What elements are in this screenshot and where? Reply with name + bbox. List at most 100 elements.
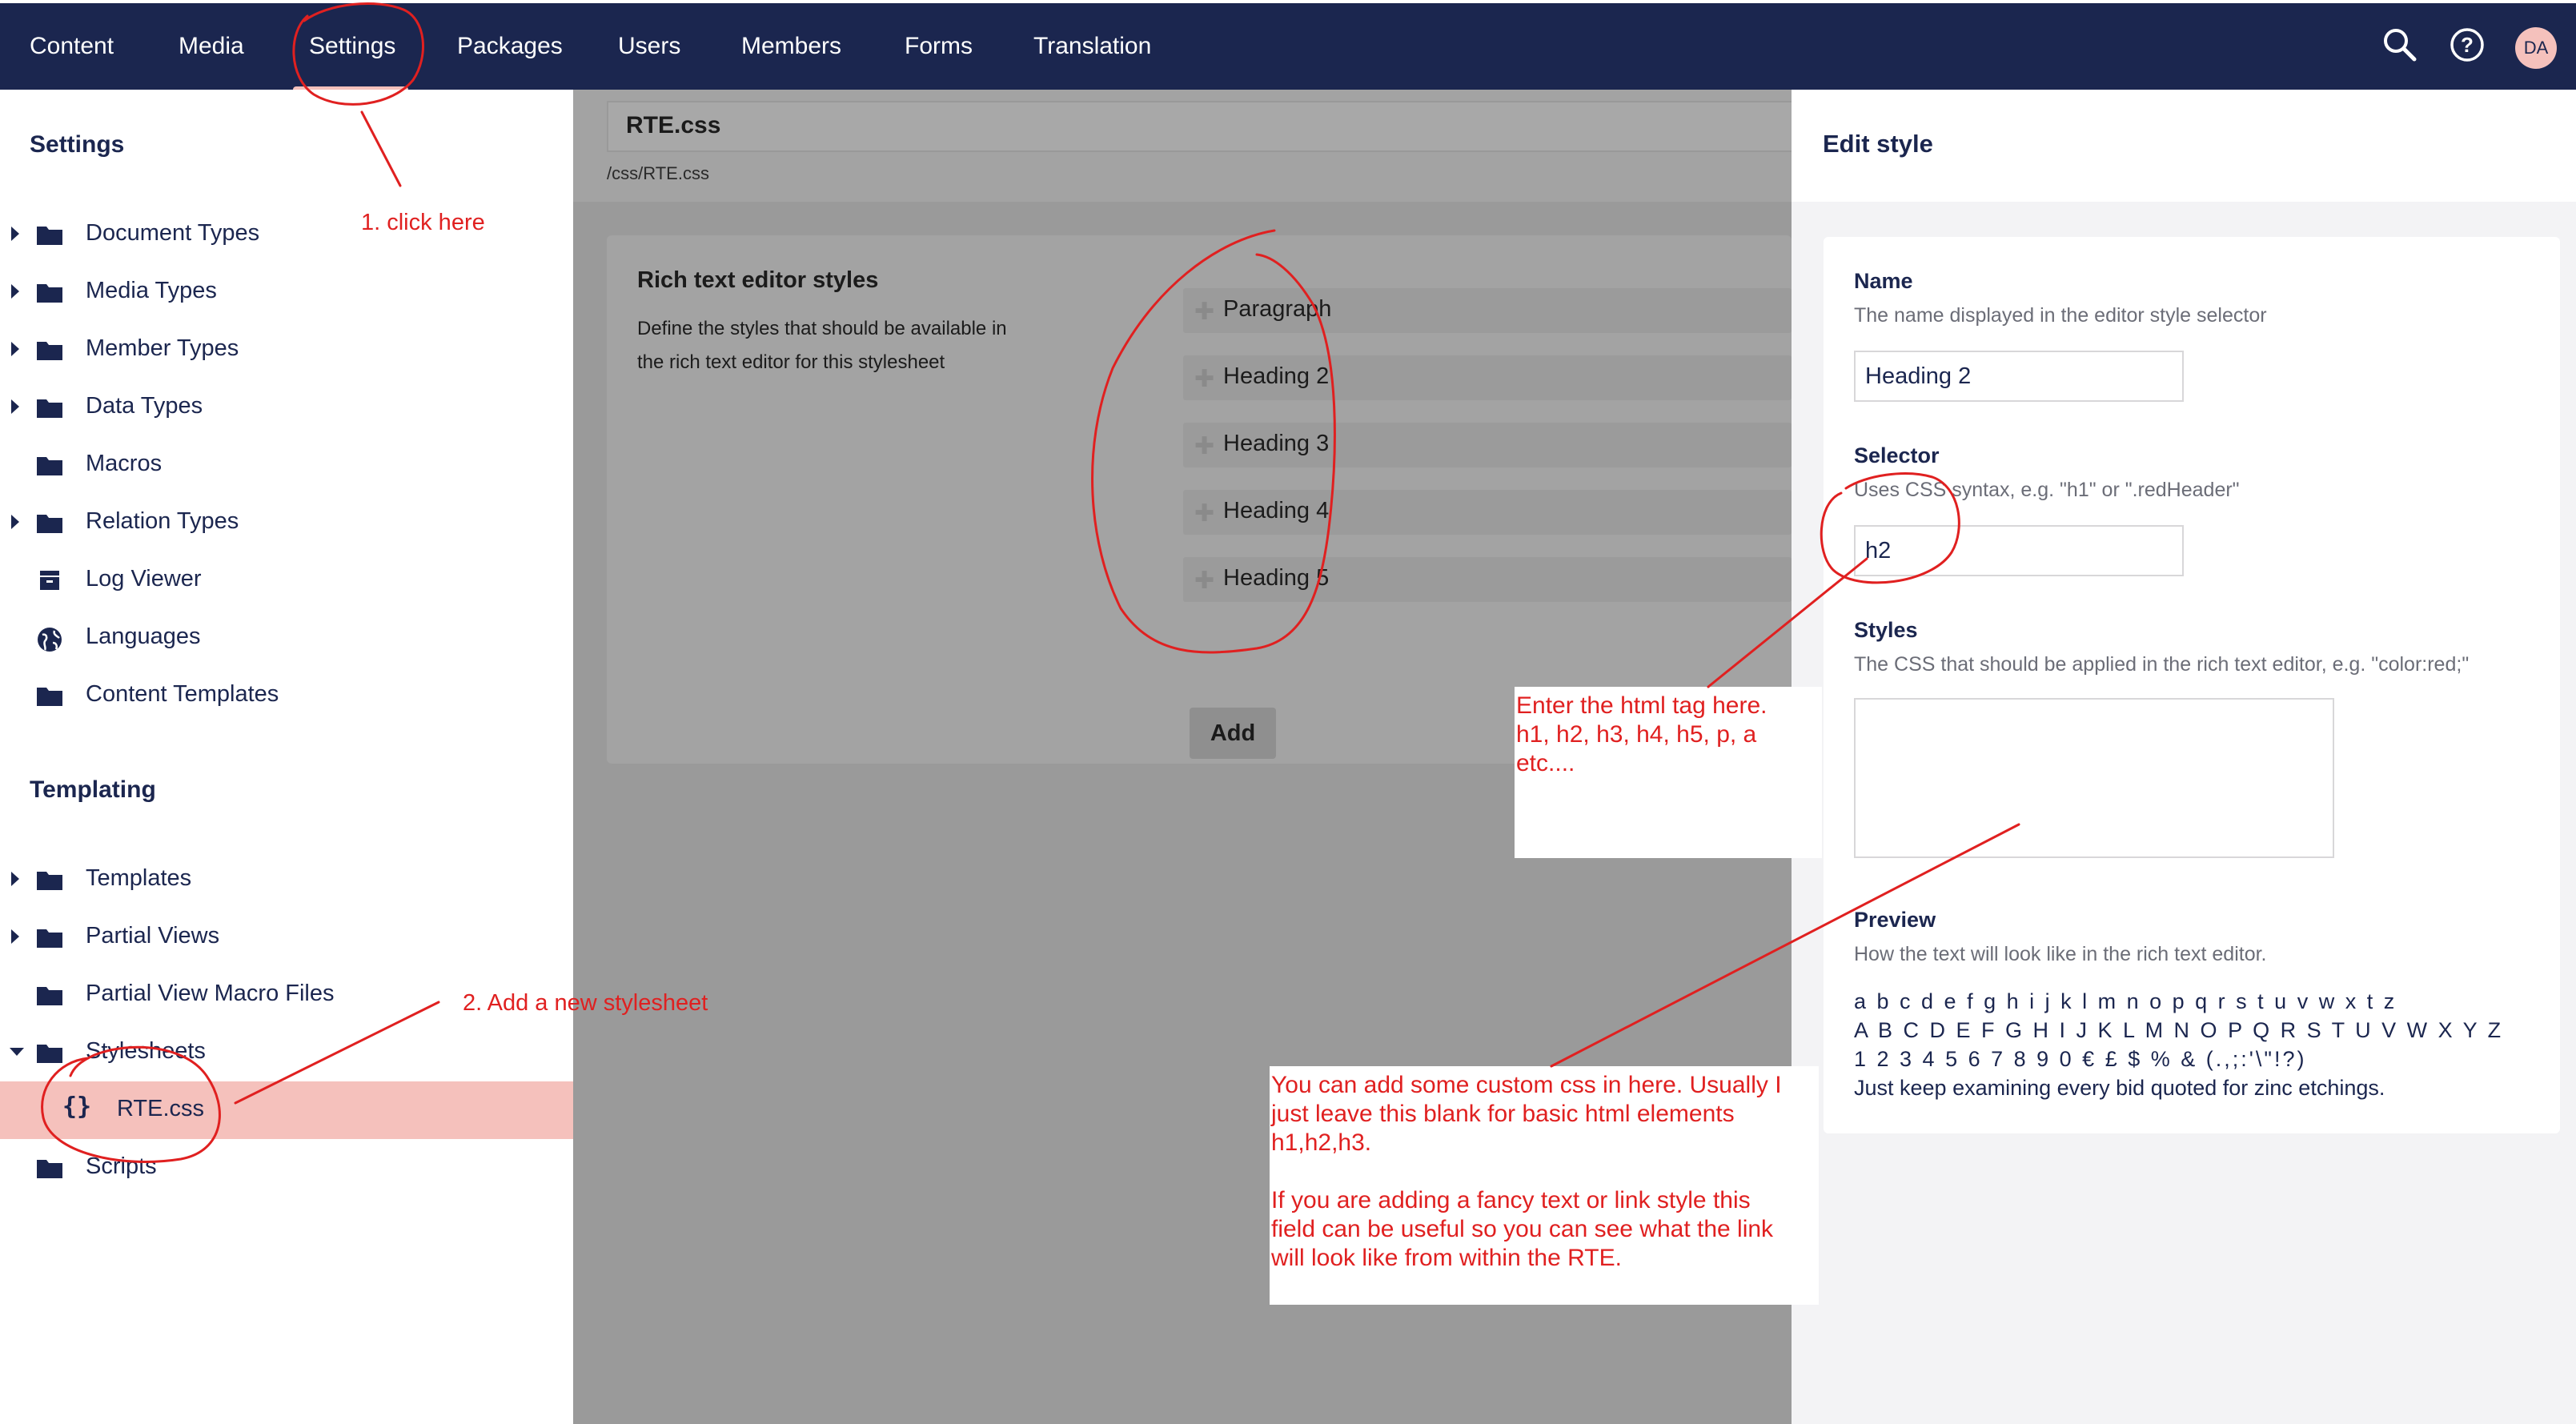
- sidebar-item-document-types[interactable]: Document Types: [0, 206, 573, 263]
- caret-right-icon[interactable]: [11, 929, 19, 944]
- caret-right-icon[interactable]: [11, 515, 19, 529]
- name-input[interactable]: [1854, 351, 2184, 402]
- drag-handle-icon[interactable]: ✚: [1194, 298, 1214, 326]
- archive-icon: [35, 568, 64, 593]
- drag-handle-icon[interactable]: ✚: [1194, 567, 1214, 595]
- name-description: The name displayed in the editor style s…: [1854, 304, 2267, 327]
- preview-digits: 1 2 3 4 5 6 7 8 9 0 € £ $ % & (.,;:'\"!?…: [1854, 1047, 2307, 1071]
- drag-handle-icon[interactable]: ✚: [1194, 432, 1214, 460]
- tree-item-label: Document Types: [86, 220, 260, 246]
- file-name: RTE.css: [626, 112, 721, 138]
- style-row-heading-2[interactable]: ✚ Heading 2: [1183, 355, 1792, 400]
- styles-label: Styles: [1854, 618, 1918, 642]
- braces-icon: {}: [62, 1093, 92, 1121]
- add-style-button[interactable]: Add: [1190, 708, 1276, 759]
- folder-icon: [35, 395, 64, 420]
- tree-item-label: Partial View Macro Files: [86, 981, 335, 1006]
- edit-style-title: Edit style: [1823, 130, 1933, 158]
- drag-handle-icon[interactable]: ✚: [1194, 365, 1214, 393]
- rte-styles-panel: Rich text editor styles Define the style…: [607, 235, 1792, 764]
- sidebar-item-languages[interactable]: Languages: [0, 609, 573, 667]
- nav-users[interactable]: Users: [618, 3, 680, 90]
- tree-item-label: Partial Views: [86, 923, 220, 949]
- folder-icon: [35, 279, 64, 305]
- caret-right-icon[interactable]: [11, 342, 19, 356]
- user-avatar[interactable]: DA: [2515, 27, 2557, 69]
- selector-label: Selector: [1854, 443, 1940, 467]
- style-row-heading-3[interactable]: ✚ Heading 3: [1183, 423, 1792, 467]
- tree-item-label: Relation Types: [86, 508, 239, 534]
- nav-forms[interactable]: Forms: [905, 3, 973, 90]
- sidebar-item-relation-types[interactable]: Relation Types: [0, 494, 573, 552]
- preview-uppercase: A B C D E F G H I J K L M N O P Q R S T …: [1854, 1018, 2504, 1042]
- annotation-line: Enter the html tag here.: [1516, 692, 1767, 719]
- annotation-line: [1271, 1157, 1817, 1186]
- tree-item-label: Log Viewer: [86, 566, 202, 592]
- svg-text:?: ?: [2461, 33, 2474, 57]
- nav-members[interactable]: Members: [741, 3, 841, 90]
- top-navigation: Content Media Settings Packages Users Me…: [0, 0, 2576, 93]
- edit-style-panel: Edit style Name The name displayed in th…: [1792, 90, 2576, 1424]
- globe-icon: [35, 625, 64, 652]
- styles-textarea[interactable]: [1854, 698, 2334, 858]
- tree-item-label: Media Types: [86, 278, 217, 303]
- folder-icon: [35, 452, 64, 478]
- templating-heading: Templating: [30, 776, 156, 803]
- sidebar-item-rte-css[interactable]: {} RTE.css: [0, 1081, 573, 1139]
- annotation-line: field can be useful so you can see what …: [1271, 1216, 1774, 1242]
- annotation-line: h1, h2, h3, h4, h5, p, a: [1516, 721, 1757, 748]
- sidebar-item-media-types[interactable]: Media Types: [0, 263, 573, 321]
- caret-right-icon[interactable]: [11, 227, 19, 241]
- caret-right-icon[interactable]: [11, 399, 19, 414]
- nav-settings[interactable]: Settings: [309, 3, 395, 90]
- sidebar-item-data-types[interactable]: Data Types: [0, 379, 573, 436]
- file-path: /css/RTE.css: [607, 163, 709, 183]
- caret-down-icon[interactable]: [10, 1048, 24, 1056]
- style-row-heading-4[interactable]: ✚ Heading 4: [1183, 490, 1792, 535]
- file-name-input[interactable]: [607, 101, 1792, 152]
- edit-style-header: Edit style: [1792, 90, 2576, 202]
- styles-description: The CSS that should be applied in the ri…: [1854, 653, 2470, 676]
- sidebar-item-macros[interactable]: Macros: [0, 436, 573, 494]
- caret-right-icon[interactable]: [11, 284, 19, 299]
- nav-packages[interactable]: Packages: [457, 3, 563, 90]
- sidebar-item-scripts[interactable]: Scripts: [0, 1139, 573, 1197]
- file-header: RTE.css /css/RTE.css: [573, 90, 1792, 202]
- nav-media[interactable]: Media: [179, 3, 244, 90]
- caret-right-icon[interactable]: [11, 872, 19, 886]
- annotation-line: h1,h2,h3.: [1271, 1129, 1372, 1156]
- annotation-step-1: 1. click here: [361, 210, 485, 235]
- help-icon[interactable]: ?: [2448, 26, 2486, 64]
- tree-item-label: Languages: [86, 624, 201, 649]
- nav-content[interactable]: Content: [30, 3, 114, 90]
- style-row-label: Heading 3: [1223, 431, 1330, 456]
- annotation-step-2: 2. Add a new stylesheet: [463, 990, 708, 1016]
- tree-item-label: Data Types: [86, 393, 203, 419]
- tree-item-label: Scripts: [86, 1153, 157, 1179]
- sidebar-item-content-templates[interactable]: Content Templates: [0, 667, 573, 724]
- style-row-paragraph[interactable]: ✚ Paragraph: [1183, 288, 1792, 333]
- panel-description: Define the styles that should be availab…: [637, 318, 1007, 373]
- tree-item-label: Macros: [86, 451, 163, 476]
- annotation-line: If you are adding a fancy text or link s…: [1271, 1187, 1751, 1213]
- sidebar-item-templates[interactable]: Templates: [0, 851, 573, 909]
- search-icon[interactable]: [2381, 26, 2419, 64]
- style-row-heading-5[interactable]: ✚ Heading 5: [1183, 557, 1792, 602]
- sidebar-item-partial-views[interactable]: Partial Views: [0, 909, 573, 966]
- sidebar-item-log-viewer[interactable]: Log Viewer: [0, 552, 573, 609]
- folder-icon: [35, 683, 64, 708]
- folder-icon: [35, 925, 64, 950]
- annotation-line: etc....: [1516, 750, 1575, 776]
- preview-sentence: Just keep examining every bid quoted for…: [1854, 1076, 2385, 1100]
- folder-icon: [35, 222, 64, 247]
- sidebar-item-member-types[interactable]: Member Types: [0, 321, 573, 379]
- folder-icon: [35, 1040, 64, 1065]
- sidebar-item-stylesheets[interactable]: Stylesheets: [0, 1024, 573, 1081]
- drag-handle-icon[interactable]: ✚: [1194, 499, 1214, 527]
- nav-translation[interactable]: Translation: [1033, 3, 1151, 90]
- selector-input[interactable]: [1854, 525, 2184, 576]
- annotation-line: will look like from within the RTE.: [1271, 1245, 1622, 1271]
- edit-style-form: Name The name displayed in the editor st…: [1824, 237, 2560, 1133]
- annotation-styles-note: You can add some custom css in here. Usu…: [1270, 1066, 1819, 1305]
- style-row-label: Paragraph: [1223, 296, 1332, 322]
